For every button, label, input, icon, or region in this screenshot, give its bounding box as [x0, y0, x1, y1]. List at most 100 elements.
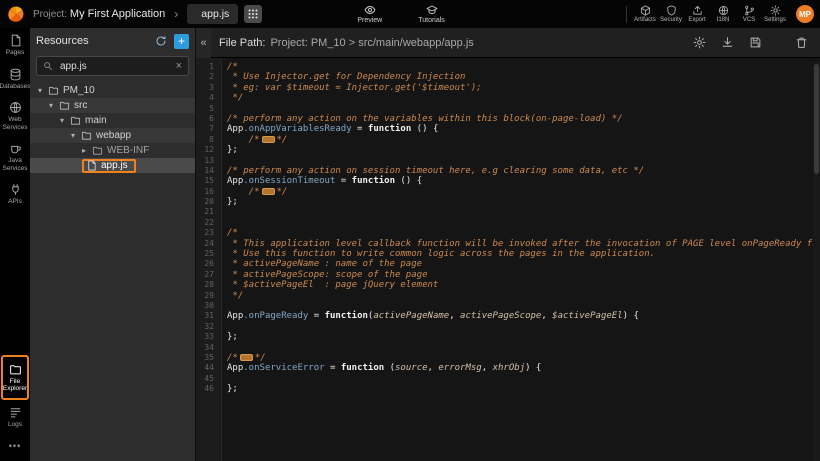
- search-input[interactable]: [58, 60, 171, 73]
- code-line[interactable]: 20};: [196, 197, 820, 207]
- sidebar-item-databases[interactable]: Databases: [0, 62, 30, 96]
- code-token: ,: [541, 311, 552, 321]
- tree-item-label: webapp: [96, 130, 131, 141]
- code-line[interactable]: 45: [196, 374, 820, 384]
- settings-button[interactable]: Settings: [762, 5, 788, 23]
- tree-item-folder[interactable]: PM_10: [30, 83, 195, 98]
- code-line[interactable]: 2 * Use Injector.get for Dependency Inje…: [196, 72, 820, 82]
- tree-item-folder[interactable]: webapp: [30, 128, 195, 143]
- code-fold-marker[interactable]: [262, 188, 275, 195]
- clear-search-icon[interactable]: [176, 61, 182, 72]
- scrollbar-thumb[interactable]: [814, 64, 819, 174]
- folder-icon: [70, 115, 81, 126]
- line-number: 29: [196, 291, 222, 301]
- caret-right-icon[interactable]: [82, 146, 92, 155]
- code-line[interactable]: 31App.onPageReady = function(activePageN…: [196, 311, 820, 321]
- code-text: [222, 301, 227, 311]
- code-line[interactable]: 3 * eg: var $timeout = Injector.get('$ti…: [196, 83, 820, 93]
- code-line[interactable]: 25 * Use this function to write common l…: [196, 249, 820, 259]
- preview-button[interactable]: Preview: [357, 4, 382, 24]
- code-line[interactable]: 33};: [196, 332, 820, 342]
- tree-item-file-selected[interactable]: app.js: [30, 158, 195, 173]
- code-line[interactable]: 30: [196, 301, 820, 311]
- code-token: */: [227, 93, 243, 103]
- code-line[interactable]: 35/**/: [196, 353, 820, 363]
- artifacts-button[interactable]: Artifacts: [632, 5, 658, 23]
- logs-icon: [9, 406, 22, 419]
- code-line[interactable]: 26 * activePageName : name of the page: [196, 259, 820, 269]
- sidebar-item-file-explorer[interactable]: File Explorer: [1, 355, 29, 400]
- code-line[interactable]: 46};: [196, 384, 820, 394]
- code-line[interactable]: 23/*: [196, 228, 820, 238]
- code-line[interactable]: 29 */: [196, 291, 820, 301]
- code-token: };: [227, 332, 238, 342]
- sidebar-item-logs[interactable]: Logs: [0, 400, 30, 434]
- i18n-button[interactable]: I18N: [710, 5, 736, 23]
- code-fold-marker[interactable]: [240, 354, 253, 361]
- download-icon: [721, 36, 734, 49]
- refresh-button[interactable]: [155, 34, 169, 48]
- add-resource-button[interactable]: [174, 34, 189, 49]
- code-token: /* perform any action on the variables w…: [227, 114, 623, 124]
- collapse-resources-button[interactable]: [196, 28, 211, 58]
- code-line[interactable]: 32: [196, 322, 820, 332]
- save-button[interactable]: [749, 36, 762, 49]
- editor-scrollbar[interactable]: [813, 62, 820, 461]
- code-line[interactable]: 1/*: [196, 62, 820, 72]
- line-number: 31: [196, 311, 222, 321]
- code-line[interactable]: 8 /**/: [196, 135, 820, 145]
- code-text: * Use this function to write common logi…: [222, 249, 655, 259]
- more-options-icon[interactable]: •••: [0, 433, 30, 461]
- code-fold-marker[interactable]: [262, 136, 275, 143]
- code-line[interactable]: 13: [196, 156, 820, 166]
- apps-grid-icon[interactable]: [244, 5, 262, 23]
- code-line[interactable]: 5: [196, 104, 820, 114]
- code-line[interactable]: 44App.onServiceError = function (source,…: [196, 363, 820, 373]
- code-line[interactable]: 24 * This application level callback fun…: [196, 239, 820, 249]
- sidebar-item-apis[interactable]: APIs: [0, 177, 30, 211]
- editor-settings-button[interactable]: [693, 36, 706, 49]
- code-token: */: [255, 353, 266, 363]
- user-avatar[interactable]: MP: [796, 5, 814, 23]
- tutorials-button[interactable]: Tutorials: [418, 4, 445, 24]
- caret-down-icon[interactable]: [71, 131, 81, 140]
- tree-item-folder[interactable]: main: [30, 113, 195, 128]
- caret-down-icon[interactable]: [60, 116, 70, 125]
- code-line[interactable]: 7App.onAppVariablesReady = function () {: [196, 124, 820, 134]
- sidebar-item-pages[interactable]: Pages: [0, 28, 30, 62]
- code-token: (: [384, 363, 395, 373]
- code-line[interactable]: 14/* perform any action on session timeo…: [196, 166, 820, 176]
- code-text: };: [222, 384, 238, 394]
- code-text: App.onSessionTimeout = function () {: [222, 176, 422, 186]
- code-line[interactable]: 12};: [196, 145, 820, 155]
- delete-button[interactable]: [795, 36, 808, 49]
- caret-down-icon[interactable]: [49, 101, 59, 110]
- code-line[interactable]: 28 * $activePageEl : page jQuery element: [196, 280, 820, 290]
- code-line[interactable]: 15App.onSessionTimeout = function () {: [196, 176, 820, 186]
- code-line[interactable]: 4 */: [196, 93, 820, 103]
- code-token: * activePageScope: scope of the page: [227, 270, 427, 280]
- export-button[interactable]: Export: [684, 5, 710, 23]
- caret-down-icon[interactable]: [38, 86, 48, 95]
- download-button[interactable]: [721, 36, 734, 49]
- code-line[interactable]: 27 * activePageScope: scope of the page: [196, 270, 820, 280]
- code-editor[interactable]: 1/*2 * Use Injector.get for Dependency I…: [196, 58, 820, 461]
- tree-item-folder[interactable]: src: [30, 98, 195, 113]
- security-button[interactable]: Security: [658, 5, 684, 23]
- code-line[interactable]: 6/* perform any action on the variables …: [196, 114, 820, 124]
- code-text: * Use Injector.get for Dependency Inject…: [222, 72, 465, 82]
- chevron-right-icon[interactable]: [174, 7, 178, 21]
- code-line[interactable]: 34: [196, 343, 820, 353]
- project-name[interactable]: My First Application: [70, 8, 165, 20]
- code-line[interactable]: 21: [196, 207, 820, 217]
- code-token: */: [277, 187, 288, 197]
- sidebar-item-java-services[interactable]: Java Services: [0, 136, 30, 177]
- vcs-button[interactable]: VCS: [736, 5, 762, 23]
- code-line[interactable]: 16 /**/: [196, 187, 820, 197]
- tab-app-js[interactable]: app.js: [187, 4, 238, 24]
- code-text: * activePageScope: scope of the page: [222, 270, 427, 280]
- code-line[interactable]: 22: [196, 218, 820, 228]
- app-logo[interactable]: [7, 5, 25, 23]
- sidebar-item-web-services[interactable]: Web Services: [0, 95, 30, 136]
- tree-item-folder[interactable]: WEB-INF: [30, 143, 195, 158]
